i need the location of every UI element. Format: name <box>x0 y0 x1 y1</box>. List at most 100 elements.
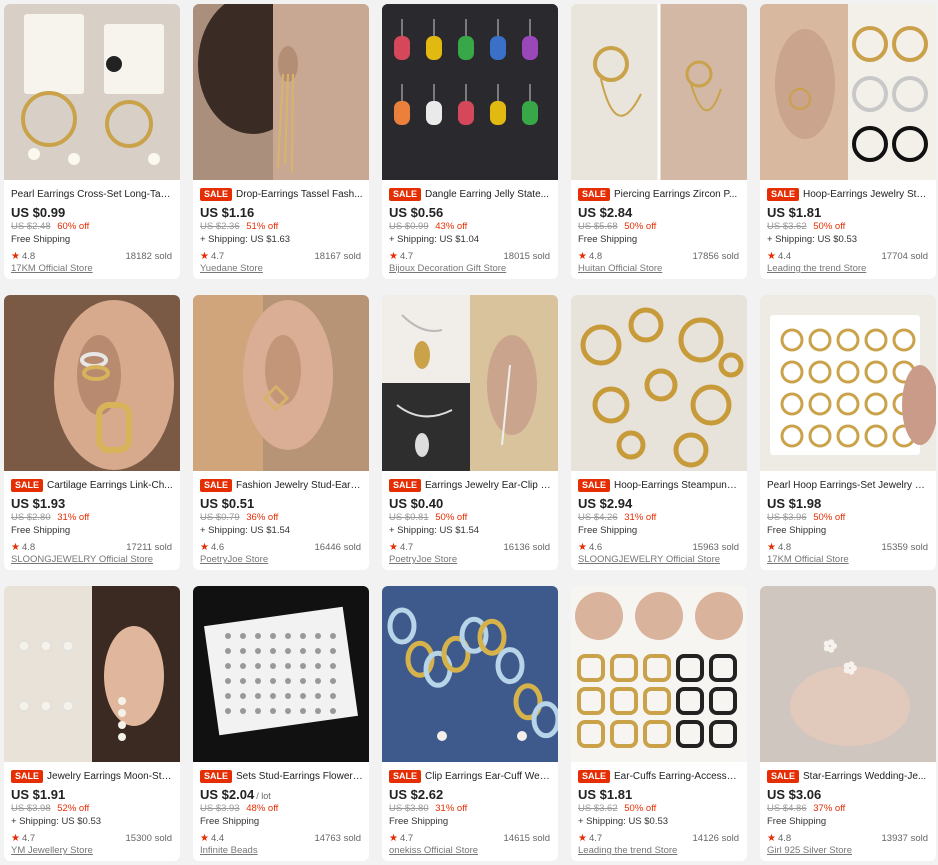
product-title[interactable]: Hoop-Earrings Jewelry Ste... <box>803 189 930 200</box>
tassel-earring-image[interactable] <box>193 4 369 180</box>
price-row: US $2.84 <box>578 205 741 221</box>
product-title[interactable]: Dangle Earring Jelly State... <box>425 189 549 200</box>
leaf-ear-clip-image[interactable] <box>382 295 558 471</box>
product-thumbnail[interactable] <box>4 295 180 471</box>
product-thumbnail[interactable] <box>193 586 369 762</box>
product-title[interactable]: Jewelry Earrings Moon-Sta... <box>47 771 174 782</box>
product-price: US $1.81 <box>767 205 822 220</box>
pearl-drop-earring-image[interactable] <box>4 586 180 762</box>
store-link[interactable]: Girl 925 Silver Store <box>767 845 930 859</box>
store-link[interactable]: 17KM Official Store <box>11 263 174 277</box>
product-thumbnail[interactable] <box>571 586 747 762</box>
product-thumbnail[interactable] <box>382 295 558 471</box>
price-row: US $2.94 <box>578 496 741 512</box>
product-info: Pearl Hoop Earrings-Set Jewelry Cir... U… <box>760 471 936 568</box>
product-title[interactable]: Star-Earrings Wedding-Je... <box>803 771 926 782</box>
store-link[interactable]: SLOONGJEWELRY Official Store <box>11 554 174 568</box>
product-thumbnail[interactable] <box>193 4 369 180</box>
gold-hoops-scatter-image[interactable] <box>571 295 747 471</box>
store-link[interactable]: Infinite Beads <box>200 845 363 859</box>
product-grid: Pearl Earrings Cross-Set Long-Tass... US… <box>4 4 936 861</box>
product-thumbnail[interactable] <box>760 4 936 180</box>
rating-sold-row: ★ 4.4 17704 sold <box>767 249 930 263</box>
product-card[interactable]: SALE Piercing Earrings Zircon P... US $2… <box>571 4 747 279</box>
product-thumbnail[interactable] <box>760 295 936 471</box>
store-link[interactable]: PoetryJoe Store <box>389 554 552 568</box>
rating-value: 4.7 <box>399 541 414 553</box>
product-title[interactable]: Drop-Earrings Tassel Fash... <box>236 189 363 200</box>
product-card[interactable]: SALE Jewelry Earrings Moon-Sta... US $1.… <box>4 586 180 861</box>
product-card[interactable]: SALE Hoop-Earrings Jewelry Ste... US $1.… <box>760 4 936 279</box>
product-card[interactable]: SALE Earrings Jewelry Ear-Clip P... US $… <box>382 295 558 570</box>
store-link[interactable]: 17KM Official Store <box>767 554 930 568</box>
store-link[interactable]: Huitan Official Store <box>578 263 741 277</box>
shipping-info: Free Shipping <box>11 525 71 536</box>
product-title[interactable]: Piercing Earrings Zircon P... <box>614 189 737 200</box>
star-icon: ★ <box>767 250 776 262</box>
flower-stud-fingertip-image[interactable] <box>760 586 936 762</box>
product-title[interactable]: Pearl Earrings Cross-Set Long-Tass... <box>11 189 174 200</box>
pearl-hoop-set-image[interactable] <box>4 4 180 180</box>
product-card[interactable]: Pearl Hoop Earrings-Set Jewelry Cir... U… <box>760 295 936 570</box>
ear-cuff-chain-image[interactable] <box>382 586 558 762</box>
product-price: US $2.84 <box>578 205 633 220</box>
product-card[interactable]: SALE Star-Earrings Wedding-Je... US $3.0… <box>760 586 936 861</box>
discount-label: 60% off <box>57 221 90 232</box>
product-card[interactable]: SALE Sets Stud-Earrings Flower ... US $2… <box>193 586 369 861</box>
pearl-hoop-card-image[interactable] <box>760 295 936 471</box>
original-price: US $0.79 <box>200 512 240 523</box>
store-link[interactable]: onekiss Official Store <box>389 845 552 859</box>
product-info: SALE Hoop-Earrings Steampunk-... US $2.9… <box>571 471 747 568</box>
store-link[interactable]: SLOONGJEWELRY Official Store <box>578 554 741 568</box>
product-card[interactable]: SALE Ear-Cuffs Earring-Accessor... US $1… <box>571 586 747 861</box>
rating-value: 4.7 <box>210 250 225 262</box>
product-title[interactable]: Pearl Hoop Earrings-Set Jewelry Cir... <box>767 480 930 491</box>
store-link[interactable]: Leading the trend Store <box>767 263 930 277</box>
product-card[interactable]: SALE Clip Earrings Ear-Cuff Wed... US $2… <box>382 586 558 861</box>
product-thumbnail[interactable] <box>382 4 558 180</box>
product-title[interactable]: Earrings Jewelry Ear-Clip P... <box>425 480 552 491</box>
product-title[interactable]: Fashion Jewelry Stud-Earri... <box>236 480 363 491</box>
title-row: SALE Fashion Jewelry Stud-Earri... <box>200 478 363 492</box>
sale-badge: SALE <box>389 187 422 201</box>
stud-card-set-image[interactable] <box>193 586 369 762</box>
title-row: SALE Dangle Earring Jelly State... <box>389 187 552 201</box>
rating: ★ 4.7 <box>578 833 602 844</box>
product-thumbnail[interactable] <box>760 586 936 762</box>
ear-cuff-grid-image[interactable] <box>571 586 747 762</box>
product-thumbnail[interactable] <box>4 586 180 762</box>
store-link[interactable]: PoetryJoe Store <box>200 554 363 568</box>
product-title[interactable]: Hoop-Earrings Steampunk-... <box>614 480 741 491</box>
product-title[interactable]: Clip Earrings Ear-Cuff Wed... <box>425 771 552 782</box>
store-link[interactable]: Bijoux Decoration Gift Store <box>389 263 552 277</box>
title-row: SALE Cartilage Earrings Link-Ch... <box>11 478 174 492</box>
price-row: US $3.06 <box>767 787 930 803</box>
product-card[interactable]: SALE Dangle Earring Jelly State... US $0… <box>382 4 558 279</box>
product-thumbnail[interactable] <box>382 586 558 762</box>
product-card[interactable]: SALE Hoop-Earrings Steampunk-... US $2.9… <box>571 295 747 570</box>
store-link[interactable]: Yuedane Store <box>200 263 363 277</box>
rating: ★ 4.7 <box>200 251 224 262</box>
product-card[interactable]: SALE Drop-Earrings Tassel Fash... US $1.… <box>193 4 369 279</box>
store-link[interactable]: YM Jewellery Store <box>11 845 174 859</box>
product-title[interactable]: Ear-Cuffs Earring-Accessor... <box>614 771 741 782</box>
product-title[interactable]: Sets Stud-Earrings Flower ... <box>236 771 363 782</box>
ear-cuff-stack-image[interactable] <box>4 295 180 471</box>
product-thumbnail[interactable] <box>193 295 369 471</box>
gummy-bear-earrings-image[interactable] <box>382 4 558 180</box>
square-stud-image[interactable] <box>193 295 369 471</box>
product-thumbnail[interactable] <box>571 4 747 180</box>
product-thumbnail[interactable] <box>571 295 747 471</box>
chain-hoop-earring-image[interactable] <box>571 4 747 180</box>
rating-value: 4.7 <box>399 832 414 844</box>
sold-count: 18182 sold <box>125 250 172 262</box>
product-card[interactable]: SALE Cartilage Earrings Link-Ch... US $1… <box>4 295 180 570</box>
product-title[interactable]: Cartilage Earrings Link-Ch... <box>47 480 173 491</box>
store-link[interactable]: Leading the trend Store <box>578 845 741 859</box>
hoop-trio-image[interactable] <box>760 4 936 180</box>
original-price: US $0.99 <box>389 221 429 232</box>
product-card[interactable]: SALE Fashion Jewelry Stud-Earri... US $0… <box>193 295 369 570</box>
product-card[interactable]: Pearl Earrings Cross-Set Long-Tass... US… <box>4 4 180 279</box>
discount-label: 37% off <box>813 803 846 814</box>
product-thumbnail[interactable] <box>4 4 180 180</box>
